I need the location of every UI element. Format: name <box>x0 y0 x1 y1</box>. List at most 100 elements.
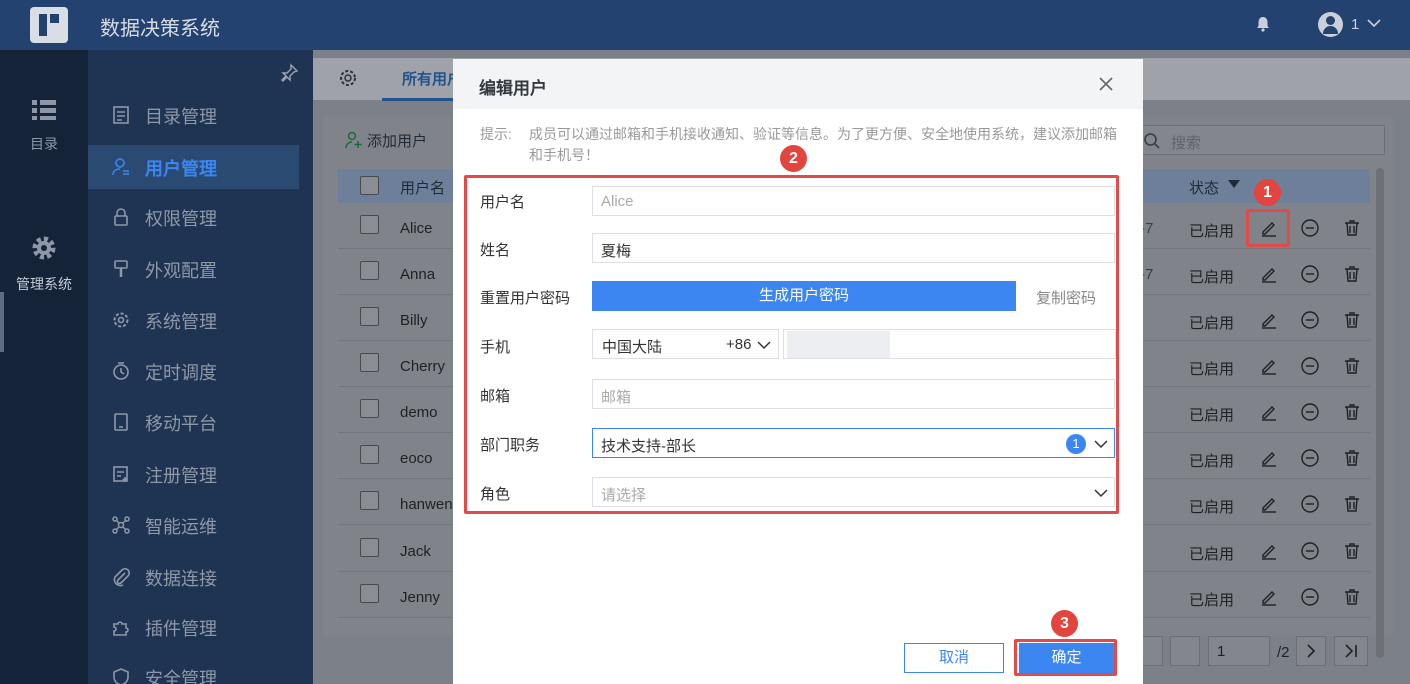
bell-icon[interactable] <box>1255 16 1271 32</box>
disable-icon[interactable] <box>1300 264 1320 284</box>
edit-icon[interactable] <box>1259 402 1279 422</box>
column-status[interactable]: 状态 <box>1189 177 1219 198</box>
disable-icon[interactable] <box>1300 494 1320 514</box>
sidebar-item-label: 定时调度 <box>145 363 217 383</box>
settings-icon <box>113 312 129 328</box>
prev-page-button[interactable] <box>1170 636 1200 666</box>
trash-icon[interactable] <box>1342 310 1362 330</box>
step-badge-2: 2 <box>780 145 807 172</box>
row-checkbox[interactable] <box>360 491 379 510</box>
shield-icon <box>113 668 129 684</box>
trash-icon[interactable] <box>1342 264 1362 284</box>
sidebar-item-security[interactable]: 安全管理 <box>88 655 299 684</box>
rail-item-catalog[interactable]: 目录 <box>0 98 88 154</box>
sidebar-item-catalog[interactable]: 目录管理 <box>88 93 299 137</box>
edit-icon[interactable] <box>1259 587 1279 607</box>
last-page-button[interactable] <box>1334 636 1368 666</box>
user-name[interactable]: 1 <box>1351 16 1359 33</box>
sidebar-item-plugins[interactable]: 插件管理 <box>88 605 299 649</box>
sidebar-item-appearance[interactable]: 外观配置 <box>88 247 299 291</box>
row-checkbox[interactable] <box>360 353 379 372</box>
row-checkbox[interactable] <box>360 261 379 280</box>
sidebar-item-users[interactable]: 用户管理 <box>88 145 299 189</box>
top-bar: 数据决策系统 1 <box>0 0 1410 50</box>
select-all-checkbox[interactable] <box>360 176 379 195</box>
add-user-icon <box>345 131 363 149</box>
next-page-button[interactable] <box>1296 636 1326 666</box>
register-icon <box>113 466 128 482</box>
sidebar-item-label: 用户管理 <box>145 159 217 179</box>
search-placeholder: 搜索 <box>1171 135 1202 152</box>
edit-icon[interactable] <box>1259 541 1279 561</box>
edit-icon[interactable] <box>1259 264 1279 284</box>
cancel-button[interactable]: 取消 <box>904 643 1004 673</box>
edit-icon[interactable] <box>1259 494 1279 514</box>
logo-icon <box>30 7 68 43</box>
paperclip-icon <box>113 567 131 587</box>
disable-icon[interactable] <box>1300 356 1320 376</box>
row-username: Anna <box>400 266 436 283</box>
row-checkbox[interactable] <box>360 399 379 418</box>
row-username: Cherry <box>400 358 446 375</box>
sidebar-item-label: 权限管理 <box>145 209 217 229</box>
disable-icon[interactable] <box>1300 448 1320 468</box>
trash-icon[interactable] <box>1342 356 1362 376</box>
close-icon[interactable] <box>1098 76 1114 92</box>
add-user-button[interactable]: 添加用户 <box>345 130 427 151</box>
sort-down-icon[interactable] <box>1228 180 1240 190</box>
sidebar-item-ops[interactable]: 智能运维 <box>88 503 299 547</box>
sidebar-item-system[interactable]: 系统管理 <box>88 298 299 342</box>
row-checkbox[interactable] <box>360 307 379 326</box>
rail-item-admin[interactable]: 管理系统 <box>0 234 88 294</box>
trash-icon[interactable] <box>1342 541 1362 561</box>
row-checkbox[interactable] <box>360 584 379 603</box>
user-icon <box>112 158 129 176</box>
search-input[interactable]: 搜索 <box>1130 125 1385 155</box>
edit-icon[interactable] <box>1259 356 1279 376</box>
row-status: 已启用 <box>1189 407 1235 424</box>
page-total: /2 <box>1277 644 1290 661</box>
row-username: demo <box>400 404 438 421</box>
edit-icon[interactable] <box>1259 310 1279 330</box>
sidebar-item-label: 外观配置 <box>145 261 217 281</box>
row-username: hanwen <box>400 496 453 513</box>
sidebar-item-data-connection[interactable]: 数据连接 <box>88 555 299 599</box>
row-status: 已启用 <box>1189 592 1235 609</box>
trash-icon[interactable] <box>1342 587 1362 607</box>
tab-underline <box>382 98 462 101</box>
row-username: Billy <box>400 312 428 329</box>
add-user-label: 添加用户 <box>367 133 428 150</box>
edit-icon[interactable] <box>1259 448 1279 468</box>
row-checkbox[interactable] <box>360 445 379 464</box>
avatar[interactable] <box>1318 12 1343 37</box>
disable-icon[interactable] <box>1300 310 1320 330</box>
sidebar-item-label: 目录管理 <box>145 107 217 127</box>
disable-icon[interactable] <box>1300 218 1320 238</box>
trash-icon[interactable] <box>1342 494 1362 514</box>
trash-icon[interactable] <box>1342 448 1362 468</box>
disable-icon[interactable] <box>1300 541 1320 561</box>
sidebar-item-permissions[interactable]: 权限管理 <box>88 195 299 239</box>
sidebar-item-schedule[interactable]: 定时调度 <box>88 349 299 393</box>
lock-icon <box>114 208 128 226</box>
sidebar-item-registration[interactable]: 注册管理 <box>88 452 299 496</box>
trash-icon[interactable] <box>1342 218 1362 238</box>
trash-icon[interactable] <box>1342 402 1362 422</box>
sidebar-item-label: 智能运维 <box>145 517 217 537</box>
row-status: 已启用 <box>1189 499 1235 516</box>
pin-icon[interactable] <box>279 63 299 83</box>
disable-icon[interactable] <box>1300 402 1320 422</box>
dialog-title: 编辑用户 <box>479 79 547 98</box>
page-input[interactable]: 1 <box>1208 636 1270 666</box>
scrollbar[interactable] <box>1376 168 1384 658</box>
row-checkbox[interactable] <box>360 215 379 234</box>
row-checkbox[interactable] <box>360 538 379 557</box>
tip-text: 成员可以通过邮箱和手机接收通知、验证等信息。为了更方便、安全地使用系统，建议添加… <box>529 126 1117 163</box>
chevron-down-icon[interactable] <box>1365 14 1383 32</box>
brush-icon <box>114 260 128 277</box>
sidebar-item-mobile[interactable]: 移动平台 <box>88 400 299 444</box>
row-username: eoco <box>400 450 433 467</box>
sidebar-item-label: 移动平台 <box>145 414 217 434</box>
gear-icon[interactable] <box>338 68 358 88</box>
disable-icon[interactable] <box>1300 587 1320 607</box>
